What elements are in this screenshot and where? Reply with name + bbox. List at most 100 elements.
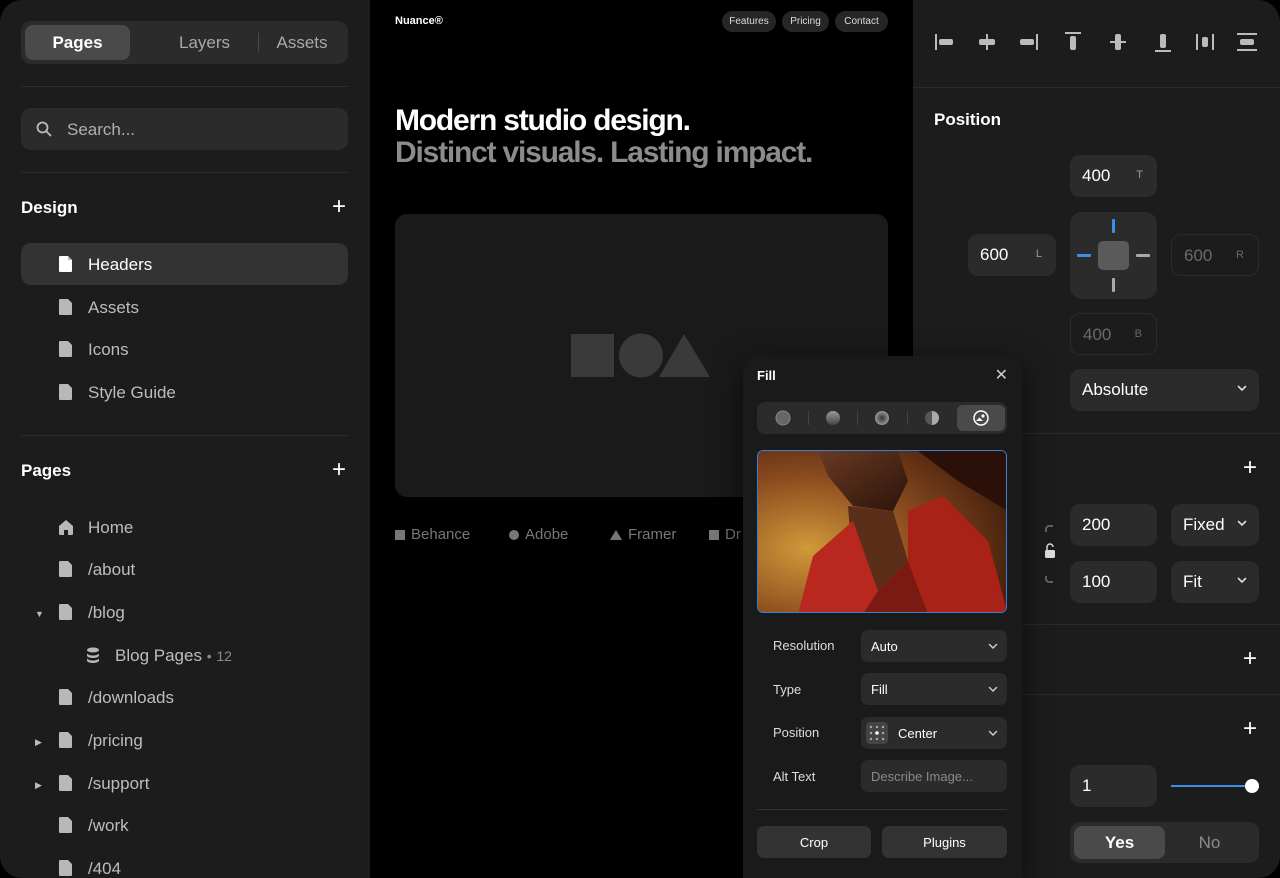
logo-label: Framer bbox=[628, 526, 677, 543]
hero-headline[interactable]: Modern studio design. bbox=[395, 104, 691, 138]
page-item-support[interactable]: ▶ /support bbox=[21, 762, 348, 804]
fill-image-preview[interactable] bbox=[757, 450, 1007, 613]
search-input[interactable]: Search... bbox=[21, 108, 348, 150]
position-bottom-field[interactable]: 400 B bbox=[1070, 313, 1157, 355]
fill-image-option[interactable] bbox=[957, 405, 1005, 431]
logo-label: Behance bbox=[411, 526, 471, 543]
opacity-slider-track[interactable] bbox=[1171, 785, 1253, 787]
page-item-work[interactable]: /work bbox=[21, 804, 348, 846]
chevron-down-icon bbox=[1237, 520, 1247, 527]
align-top-icon[interactable] bbox=[1061, 30, 1085, 54]
resolution-value: Auto bbox=[871, 639, 898, 654]
position-left-unit: L bbox=[1035, 248, 1042, 260]
design-section-title: Design bbox=[21, 198, 78, 217]
hero-subheadline[interactable]: Distinct visuals. Lasting impact. bbox=[395, 136, 813, 170]
distribute-horizontal-icon[interactable] bbox=[1193, 30, 1217, 54]
chevron-down-icon[interactable]: ▼ bbox=[35, 609, 44, 619]
page-item-home[interactable]: Home bbox=[21, 506, 348, 548]
width-field[interactable]: 200 bbox=[1070, 504, 1157, 546]
tab-assets[interactable]: Assets bbox=[260, 25, 344, 60]
opacity-field[interactable]: 1 bbox=[1070, 765, 1157, 807]
constraint-top-line[interactable] bbox=[1112, 219, 1115, 233]
page-item-404[interactable]: /404 bbox=[21, 847, 348, 878]
add-effect-icon[interactable]: + bbox=[1243, 717, 1257, 741]
height-field[interactable]: 100 bbox=[1070, 561, 1157, 603]
align-right-icon[interactable] bbox=[1016, 30, 1040, 54]
shapes-logo-icon bbox=[571, 333, 710, 378]
position-mode-select[interactable]: Absolute bbox=[1070, 369, 1259, 411]
lock-aspect-icon[interactable] bbox=[1043, 525, 1057, 583]
page-item-pricing[interactable]: ▶ /pricing bbox=[21, 719, 348, 761]
plugins-button[interactable]: Plugins bbox=[882, 826, 1007, 858]
nav-link-contact[interactable]: Contact bbox=[835, 11, 888, 32]
toggle-no[interactable]: No bbox=[1164, 826, 1255, 859]
align-left-icon[interactable] bbox=[933, 30, 957, 54]
align-center-horizontal-icon[interactable] bbox=[975, 30, 999, 54]
position-left-value: 600 bbox=[980, 245, 1009, 264]
width-mode-select[interactable]: Fixed bbox=[1171, 504, 1259, 546]
alt-text-input[interactable]: Describe Image... bbox=[861, 760, 1007, 792]
alt-text-placeholder: Describe Image... bbox=[871, 769, 973, 784]
add-design-page-icon[interactable]: + bbox=[332, 195, 346, 219]
design-item-icons[interactable]: Icons bbox=[21, 328, 348, 370]
position-mode-value: Absolute bbox=[1082, 380, 1149, 399]
design-item-assets[interactable]: Assets bbox=[21, 286, 348, 328]
add-property-icon[interactable]: + bbox=[1243, 647, 1257, 671]
design-item-headers[interactable]: Headers bbox=[21, 243, 348, 285]
resolution-select[interactable]: Auto bbox=[861, 630, 1007, 662]
constraint-bottom-line[interactable] bbox=[1112, 278, 1115, 292]
page-item-blog-pages[interactable]: Blog Pages • 12 bbox=[21, 634, 348, 676]
page-item-label: /blog bbox=[88, 603, 125, 622]
image-position-select[interactable]: Center bbox=[861, 717, 1007, 749]
page-item-blog[interactable]: ▼ /blog bbox=[21, 591, 348, 633]
position-right-value: 600 bbox=[1184, 246, 1213, 265]
constraint-right-line[interactable] bbox=[1136, 254, 1150, 257]
align-middle-vertical-icon[interactable] bbox=[1106, 30, 1130, 54]
page-item-label: /work bbox=[88, 816, 129, 835]
fill-linear-option[interactable] bbox=[809, 405, 857, 431]
radial-gradient-icon bbox=[875, 411, 889, 425]
chevron-right-icon[interactable]: ▶ bbox=[35, 780, 42, 791]
close-icon[interactable]: ✕ bbox=[995, 365, 1008, 385]
logo-label: Dr bbox=[725, 526, 741, 543]
linear-gradient-icon bbox=[826, 411, 840, 425]
page-icon bbox=[59, 817, 72, 833]
toggle-yes[interactable]: Yes bbox=[1074, 826, 1165, 859]
database-icon bbox=[87, 647, 99, 663]
fill-radial-option[interactable] bbox=[858, 405, 906, 431]
position-left-field[interactable]: 600 L bbox=[968, 234, 1056, 276]
nav-link-features[interactable]: Features bbox=[722, 11, 776, 32]
nav-link-pricing[interactable]: Pricing bbox=[782, 11, 829, 32]
page-item-about[interactable]: /about bbox=[21, 548, 348, 590]
design-item-label: Headers bbox=[88, 255, 153, 274]
height-mode-select[interactable]: Fit bbox=[1171, 561, 1259, 603]
opacity-slider-handle[interactable] bbox=[1245, 779, 1259, 793]
chevron-down-icon bbox=[988, 686, 998, 693]
fill-solid-option[interactable] bbox=[759, 405, 807, 431]
tab-pages[interactable]: Pages bbox=[25, 25, 130, 60]
add-size-icon[interactable]: + bbox=[1243, 456, 1257, 480]
crop-button[interactable]: Crop bbox=[757, 826, 871, 858]
position-right-field[interactable]: 600 R bbox=[1171, 234, 1259, 276]
constraint-widget[interactable] bbox=[1070, 212, 1157, 299]
align-bottom-icon[interactable] bbox=[1151, 30, 1175, 54]
constraint-left-line[interactable] bbox=[1077, 254, 1091, 257]
logo-label: Adobe bbox=[525, 526, 569, 543]
chevron-right-icon[interactable]: ▶ bbox=[35, 737, 42, 748]
site-brand[interactable]: Nuance® bbox=[395, 15, 443, 27]
divider bbox=[21, 86, 348, 87]
add-page-icon[interactable]: + bbox=[332, 458, 346, 482]
position-top-field[interactable]: 400 T bbox=[1070, 155, 1157, 197]
tab-layers[interactable]: Layers bbox=[152, 25, 257, 60]
page-icon bbox=[59, 384, 72, 400]
divider bbox=[757, 809, 1007, 810]
design-item-style-guide[interactable]: Style Guide bbox=[21, 371, 348, 413]
page-item-downloads[interactable]: /downloads bbox=[21, 676, 348, 718]
type-select[interactable]: Fill bbox=[861, 673, 1007, 705]
page-item-label: /support bbox=[88, 774, 150, 793]
distribute-vertical-icon[interactable] bbox=[1235, 30, 1259, 54]
app-window: Pages Layers Assets Search... Design + H… bbox=[0, 0, 1280, 878]
fill-conic-option[interactable] bbox=[908, 405, 956, 431]
triangle-icon bbox=[610, 529, 622, 540]
search-placeholder: Search... bbox=[67, 120, 136, 139]
